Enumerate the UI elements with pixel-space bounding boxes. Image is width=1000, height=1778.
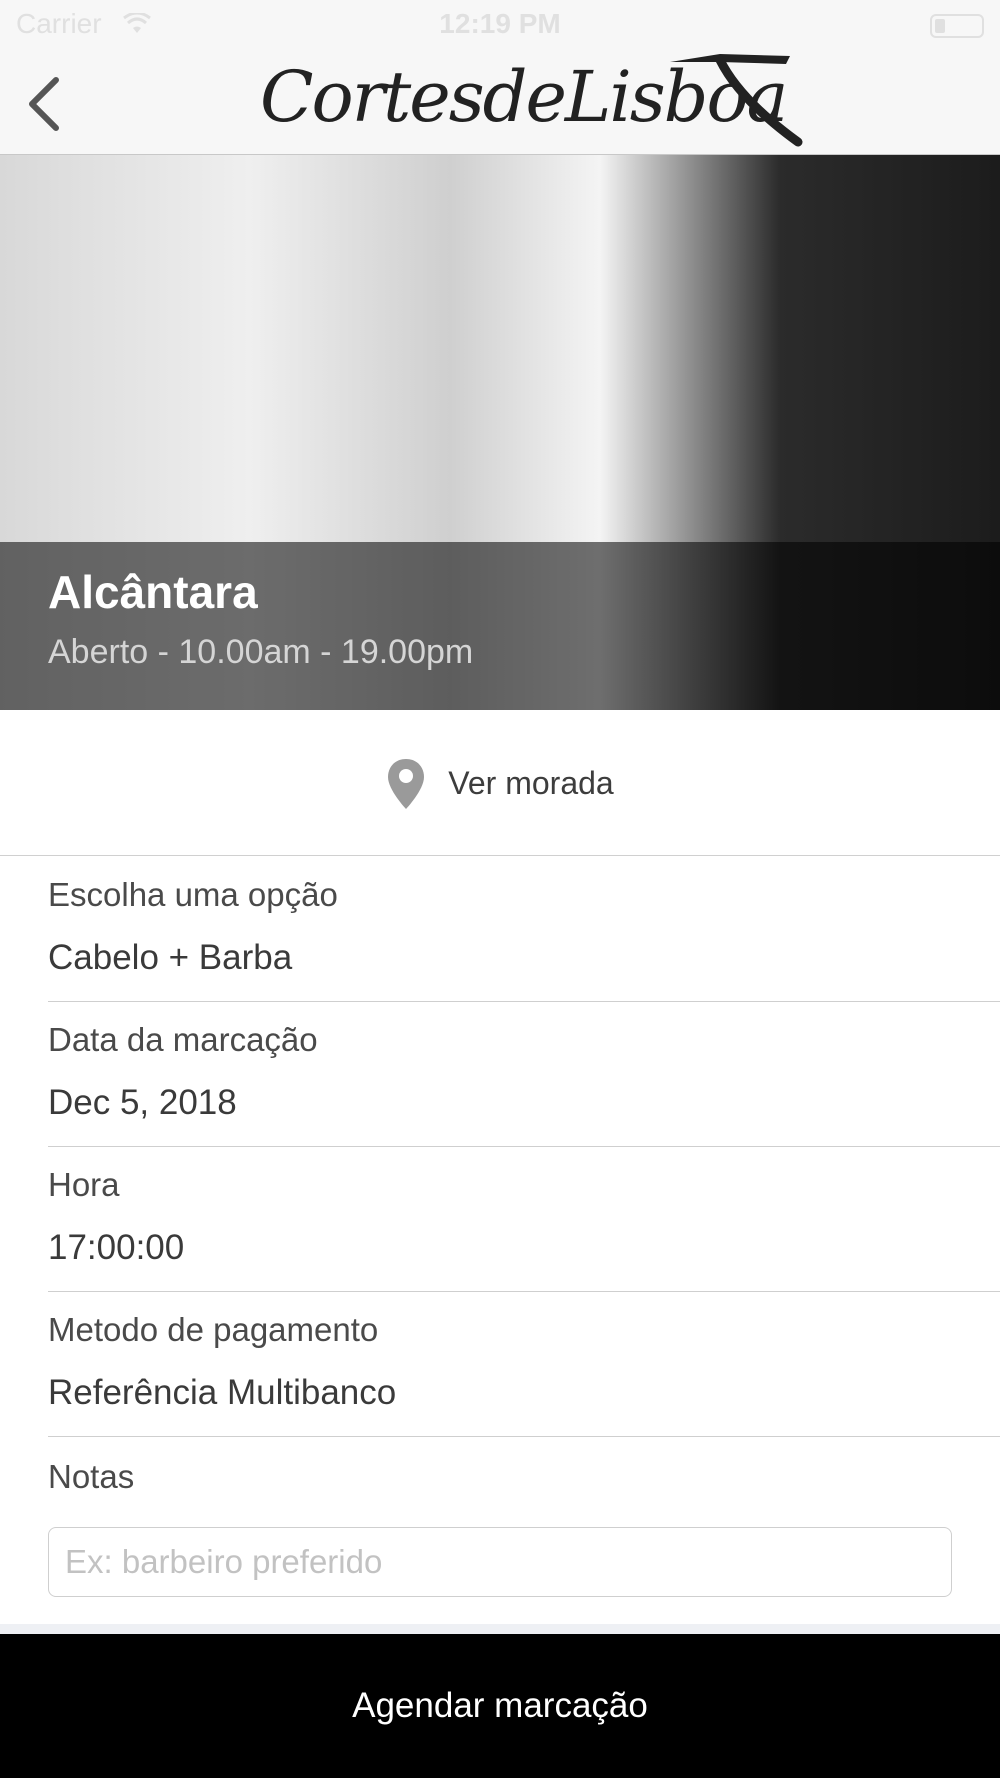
brand-logo: CortesdeLisboa (250, 50, 810, 154)
notes-label: Notas (48, 1458, 135, 1495)
shop-hero-image: Alcântara Aberto - 10.00am - 19.00pm (0, 155, 1000, 710)
field-value: Cabelo + Barba (48, 938, 293, 977)
navigation-bar: CortesdeLisboa (0, 50, 1000, 155)
divider (0, 1624, 1000, 1634)
field-value: 17:00:00 (48, 1228, 185, 1267)
field-value: Dec 5, 2018 (48, 1083, 237, 1122)
opening-hours: Aberto - 10.00am - 19.00pm (48, 633, 474, 671)
battery-icon (930, 14, 984, 38)
view-address-button[interactable]: Ver morada (0, 712, 1000, 856)
appointment-time-field[interactable]: Hora 17:00:00 (48, 1146, 1000, 1292)
book-appointment-button[interactable]: Agendar marcação (0, 1634, 1000, 1778)
chevron-left-icon (29, 77, 59, 131)
field-value: Referência Multibanco (48, 1373, 397, 1412)
notes-input[interactable] (48, 1527, 952, 1597)
clock: 12:19 PM (439, 8, 561, 39)
razor-icon (670, 54, 803, 147)
appointment-date-field[interactable]: Data da marcação Dec 5, 2018 (48, 1001, 1000, 1147)
book-appointment-label: Agendar marcação (352, 1686, 648, 1725)
back-button[interactable] (22, 72, 72, 132)
field-label: Data da marcação (48, 1021, 318, 1058)
service-option-field[interactable]: Escolha uma opção Cabelo + Barba (48, 856, 1000, 1002)
field-label: Escolha uma opção (48, 876, 338, 913)
map-pin-icon (388, 758, 425, 809)
status-bar: Carrier 12:19 PM (0, 0, 1000, 50)
payment-method-field[interactable]: Metodo de pagamento Referência Multibanc… (48, 1291, 1000, 1437)
view-address-label: Ver morada (448, 765, 614, 801)
location-name: Alcântara (48, 566, 258, 618)
field-label: Hora (48, 1166, 120, 1203)
field-label: Metodo de pagamento (48, 1311, 379, 1348)
